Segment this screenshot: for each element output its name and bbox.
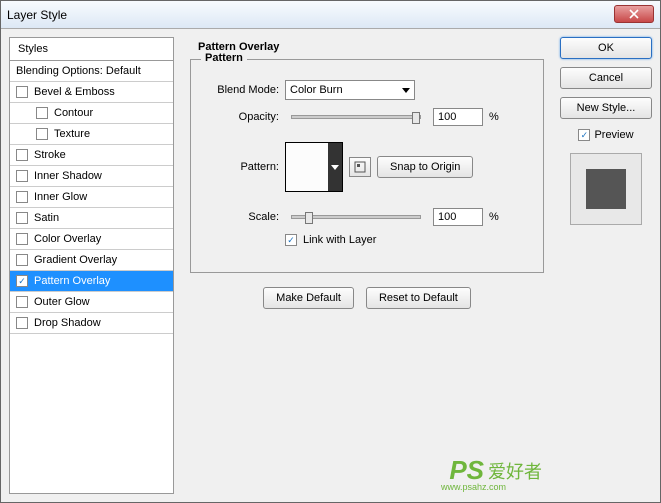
new-preset-icon bbox=[354, 161, 366, 173]
dialog-body: Styles Blending Options: Default Bevel &… bbox=[1, 29, 660, 502]
scale-input[interactable] bbox=[433, 208, 483, 226]
ok-button[interactable]: OK bbox=[560, 37, 652, 59]
chevron-down-icon bbox=[331, 165, 339, 170]
new-preset-button[interactable] bbox=[349, 157, 371, 177]
styles-item-gradient-overlay[interactable]: Gradient Overlay bbox=[10, 250, 173, 271]
close-icon bbox=[629, 9, 639, 19]
style-item-label: Bevel & Emboss bbox=[34, 86, 115, 98]
blend-mode-row: Blend Mode: Color Burn bbox=[205, 80, 529, 100]
window-title: Layer Style bbox=[7, 8, 67, 22]
layer-style-window: Layer Style Styles Blending Options: Def… bbox=[0, 0, 661, 503]
style-checkbox[interactable] bbox=[16, 296, 28, 308]
snap-to-origin-button[interactable]: Snap to Origin bbox=[377, 156, 473, 178]
chevron-down-icon bbox=[402, 88, 410, 93]
opacity-slider-thumb[interactable] bbox=[412, 112, 420, 124]
close-button[interactable] bbox=[614, 5, 654, 23]
styles-item-texture[interactable]: Texture bbox=[10, 124, 173, 145]
style-item-label: Pattern Overlay bbox=[34, 275, 110, 287]
blend-mode-select[interactable]: Color Burn bbox=[285, 80, 415, 100]
styles-item-bevel-emboss[interactable]: Bevel & Emboss bbox=[10, 82, 173, 103]
scale-label: Scale: bbox=[205, 211, 279, 223]
pattern-dropdown[interactable] bbox=[328, 143, 342, 191]
style-checkbox[interactable] bbox=[16, 149, 28, 161]
watermark-url: www.psahz.com bbox=[441, 482, 506, 492]
default-buttons-row: Make Default Reset to Default bbox=[190, 287, 544, 309]
new-style-button[interactable]: New Style... bbox=[560, 97, 652, 119]
reset-to-default-button[interactable]: Reset to Default bbox=[366, 287, 471, 309]
make-default-button[interactable]: Make Default bbox=[263, 287, 354, 309]
style-checkbox[interactable] bbox=[16, 170, 28, 182]
opacity-row: Opacity: % bbox=[205, 108, 529, 126]
opacity-input[interactable] bbox=[433, 108, 483, 126]
style-item-label: Color Overlay bbox=[34, 233, 101, 245]
style-item-label: Contour bbox=[54, 107, 93, 119]
pattern-preview-icon bbox=[286, 143, 328, 191]
blending-options-row[interactable]: Blending Options: Default bbox=[10, 61, 173, 82]
link-with-layer-row: ✓ Link with Layer bbox=[285, 234, 529, 246]
styles-panel: Styles Blending Options: Default Bevel &… bbox=[9, 37, 174, 494]
styles-item-stroke[interactable]: Stroke bbox=[10, 145, 173, 166]
style-item-label: Gradient Overlay bbox=[34, 254, 117, 266]
scale-unit: % bbox=[489, 211, 499, 223]
style-item-label: Inner Shadow bbox=[34, 170, 102, 182]
preview-label: Preview bbox=[594, 129, 633, 141]
titlebar: Layer Style bbox=[1, 1, 660, 29]
scale-row: Scale: % bbox=[205, 208, 529, 226]
blending-options-label: Blending Options: Default bbox=[16, 65, 141, 77]
blend-mode-label: Blend Mode: bbox=[205, 84, 279, 96]
style-checkbox[interactable] bbox=[16, 233, 28, 245]
style-checkbox[interactable] bbox=[16, 191, 28, 203]
styles-item-drop-shadow[interactable]: Drop Shadow bbox=[10, 313, 173, 334]
scale-slider-thumb[interactable] bbox=[305, 212, 313, 224]
styles-item-color-overlay[interactable]: Color Overlay bbox=[10, 229, 173, 250]
opacity-label: Opacity: bbox=[205, 111, 279, 123]
fieldset-legend: Pattern bbox=[201, 52, 247, 64]
style-checkbox[interactable]: ✓ bbox=[16, 275, 28, 287]
style-item-label: Stroke bbox=[34, 149, 66, 161]
main-panel: Pattern Overlay Pattern Blend Mode: Colo… bbox=[182, 37, 552, 494]
pattern-picker[interactable] bbox=[285, 142, 343, 192]
style-checkbox[interactable] bbox=[16, 86, 28, 98]
styles-item-inner-shadow[interactable]: Inner Shadow bbox=[10, 166, 173, 187]
styles-header[interactable]: Styles bbox=[10, 38, 173, 61]
styles-item-pattern-overlay[interactable]: ✓ Pattern Overlay bbox=[10, 271, 173, 292]
style-item-label: Inner Glow bbox=[34, 191, 87, 203]
styles-item-satin[interactable]: Satin bbox=[10, 208, 173, 229]
link-with-layer-label: Link with Layer bbox=[303, 234, 376, 246]
pattern-label: Pattern: bbox=[205, 161, 279, 173]
style-item-label: Texture bbox=[54, 128, 90, 140]
styles-item-outer-glow[interactable]: Outer Glow bbox=[10, 292, 173, 313]
style-checkbox[interactable] bbox=[36, 128, 48, 140]
watermark-text: 爱好者 bbox=[488, 458, 542, 484]
blend-mode-value: Color Burn bbox=[290, 84, 343, 96]
preview-checkbox[interactable]: ✓ bbox=[578, 129, 590, 141]
scale-slider[interactable] bbox=[291, 215, 421, 219]
style-checkbox[interactable] bbox=[16, 254, 28, 266]
style-item-label: Drop Shadow bbox=[34, 317, 101, 329]
style-item-label: Satin bbox=[34, 212, 59, 224]
style-checkbox[interactable] bbox=[16, 212, 28, 224]
style-item-label: Outer Glow bbox=[34, 296, 90, 308]
pattern-row: Pattern: Snap to Origin bbox=[205, 142, 529, 192]
opacity-slider[interactable] bbox=[291, 115, 421, 119]
panel-title: Pattern Overlay bbox=[198, 41, 544, 53]
style-checkbox[interactable] bbox=[16, 317, 28, 329]
opacity-unit: % bbox=[489, 111, 499, 123]
preview-box bbox=[570, 153, 642, 225]
cancel-button[interactable]: Cancel bbox=[560, 67, 652, 89]
styles-item-contour[interactable]: Contour bbox=[10, 103, 173, 124]
preview-swatch bbox=[586, 169, 626, 209]
pattern-fieldset: Pattern Blend Mode: Color Burn Opacity: … bbox=[190, 59, 544, 273]
style-checkbox[interactable] bbox=[36, 107, 48, 119]
styles-item-inner-glow[interactable]: Inner Glow bbox=[10, 187, 173, 208]
preview-row: ✓ Preview bbox=[560, 129, 652, 141]
right-panel: OK Cancel New Style... ✓ Preview bbox=[560, 37, 652, 494]
link-with-layer-checkbox[interactable]: ✓ bbox=[285, 234, 297, 246]
